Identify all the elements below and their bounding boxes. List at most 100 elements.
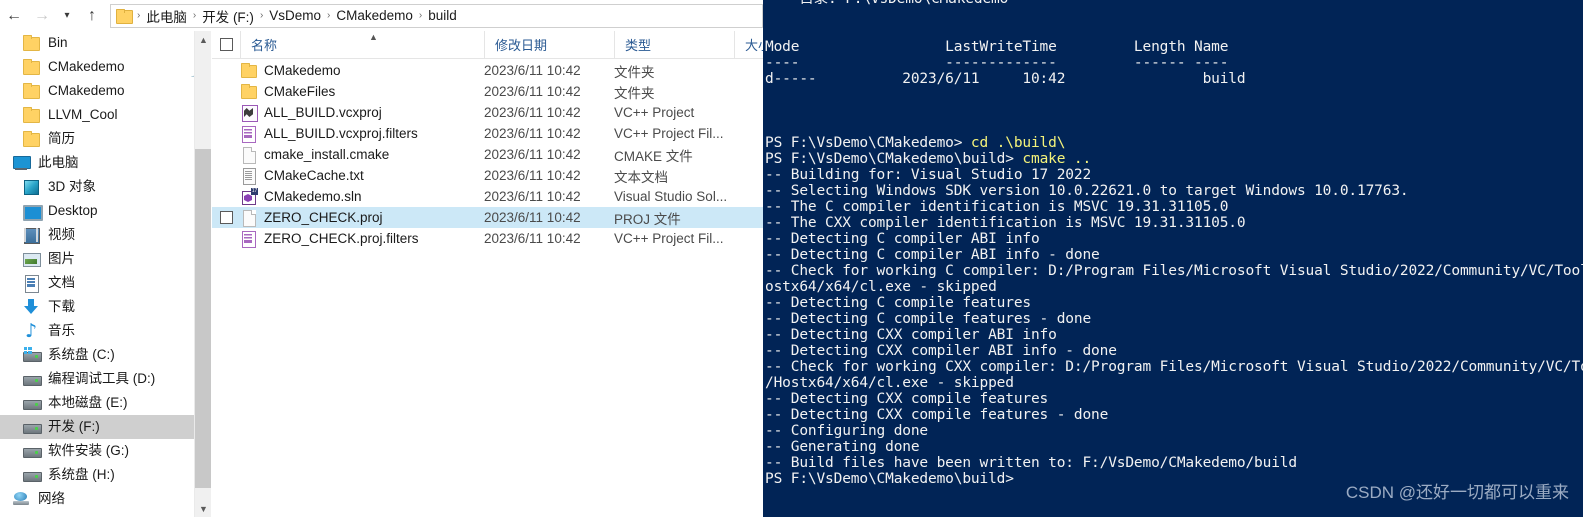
address-bar[interactable]: › 此电脑 › 开发 (F:) › VsDemo › CMakedemo › b… <box>110 3 763 28</box>
sidebar-item-3[interactable]: LLVM_Cool <box>0 103 211 127</box>
cell-name: ZERO_CHECK.proj <box>240 207 484 228</box>
cell-type: 文件夹 <box>614 85 655 101</box>
table-row[interactable]: cmake_install.cmake 2023/6/11 10:42 CMAKE … <box>212 144 763 165</box>
sidebar-item-10[interactable]: 文档 <box>0 271 211 295</box>
folder-icon <box>240 83 258 100</box>
row-checkbox[interactable] <box>212 186 240 207</box>
row-checkbox[interactable] <box>212 228 240 249</box>
sidebar-item-13[interactable]: 系统盘 (C:) <box>0 343 211 367</box>
table-row[interactable]: ALL_BUILD.vcxproj.filters 2023/6/11 10:42… <box>212 123 763 144</box>
table-row[interactable]: ZERO_CHECK.proj 2023/6/11 10:42 PROJ 文件 <box>212 207 763 228</box>
terminal-line: -- Detecting C compile features <box>765 295 1031 311</box>
table-row[interactable]: CMakeCache.txt 2023/6/11 10:42 文本文档 <box>212 165 763 186</box>
sidebar-item-1[interactable]: CMakedemo <box>0 55 211 79</box>
powershell-terminal[interactable]: 目录: F:\VsDemo\CMakedemo Mode LastWriteTi… <box>763 0 1583 517</box>
breadcrumb-item-0[interactable]: 此电脑 <box>143 6 190 26</box>
terminal-line: Mode LastWriteTime Length Name <box>765 39 1229 55</box>
sidebar-item-8[interactable]: 视频 <box>0 223 211 247</box>
column-header-date[interactable]: 修改日期 <box>484 31 614 59</box>
terminal-line: 目录: F:\VsDemo\CMakedemo <box>763 0 1583 7</box>
terminal-line: -- The CXX compiler identification is MS… <box>765 215 1246 231</box>
cell-size <box>734 165 763 186</box>
breadcrumb-item-3[interactable]: CMakedemo <box>333 8 416 23</box>
breadcrumb-item-4[interactable]: build <box>425 8 460 23</box>
sidebar-item-12[interactable]: 音乐 <box>0 319 211 343</box>
cell-date: 2023/6/11 10:42 <box>484 63 581 78</box>
table-row[interactable]: ALL_BUILD.vcxproj 2023/6/11 10:42 VC++ Pro… <box>212 102 763 123</box>
sidebar-item-0[interactable]: Bin <box>0 31 211 55</box>
sidebar-item-19[interactable]: 网络 <box>0 487 211 511</box>
sidebar-item-label: 系统盘 (H:) <box>48 467 115 482</box>
sidebar-item-9[interactable]: 图片 <box>0 247 211 271</box>
file-name-label: CMakeCache.txt <box>264 168 364 183</box>
folder-icon <box>22 34 42 52</box>
breadcrumb-item-2[interactable]: VsDemo <box>266 8 324 23</box>
sidebar-item-15[interactable]: 本地磁盘 (E:) <box>0 391 211 415</box>
cell-type: VC++ Project Fil... <box>614 126 724 141</box>
sidebar-item-2[interactable]: CMakedemo <box>0 79 211 103</box>
cell-size <box>734 186 763 207</box>
file-explorer-window: ← → ▾ ↑ › 此电脑 › 开发 (F:) › VsDemo › CMake… <box>0 0 763 517</box>
column-header-type-label: 类型 <box>625 38 652 53</box>
column-header-type[interactable]: 类型 <box>614 31 734 59</box>
table-row[interactable]: 17 CMakedemo.sln 2023/6/11 10:42 Visual Stu… <box>212 186 763 207</box>
sidebar-item-7[interactable]: Desktop <box>0 199 211 223</box>
folder-icon <box>22 82 42 100</box>
cell-date: 2023/6/11 10:42 <box>484 210 581 225</box>
sidebar-item-11[interactable]: 下载 <box>0 295 211 319</box>
terminal-prompt: PS F:\VsDemo\CMakedemo\build> <box>765 151 1023 167</box>
cell-type: Visual Studio Sol... <box>614 189 728 204</box>
forward-arrow-icon[interactable]: → <box>28 2 56 30</box>
up-arrow-icon[interactable]: ↑ <box>78 2 106 30</box>
file-name-label: ZERO_CHECK.proj.filters <box>264 231 419 246</box>
cell-name: CMakedemo <box>240 60 484 81</box>
table-row[interactable]: CMakedemo 2023/6/11 10:42 文件夹 <box>212 60 763 81</box>
sidebar-item-5[interactable]: 此电脑 <box>0 151 211 175</box>
terminal-line: -- Detecting CXX compile features - done <box>765 407 1109 423</box>
sidebar-item-label: 网络 <box>38 491 65 506</box>
sidebar-item-18[interactable]: 系统盘 (H:) <box>0 463 211 487</box>
terminal-line: PS F:\VsDemo\CMakedemo> cd .\build\ <box>763 135 1583 151</box>
navigation-pane-scrollbar[interactable]: ▲ ▼ <box>194 31 211 517</box>
chevron-down-icon[interactable]: ▾ <box>56 2 78 30</box>
breadcrumb-item-1[interactable]: 开发 (F:) <box>199 6 257 26</box>
cell-size <box>734 207 763 228</box>
project-filters-icon <box>240 230 258 248</box>
checkbox-icon[interactable] <box>219 38 233 51</box>
column-header-size[interactable]: 大小 <box>734 31 763 59</box>
3d-objects-icon <box>22 178 42 196</box>
sidebar-item-14[interactable]: 编程调试工具 (D:) <box>0 367 211 391</box>
scroll-down-icon[interactable]: ▼ <box>195 500 211 517</box>
row-checkbox[interactable] <box>212 207 240 228</box>
row-checkbox[interactable] <box>212 144 240 165</box>
sidebar-item-17[interactable]: 软件安装 (G:) <box>0 439 211 463</box>
breadcrumb-separator: › <box>137 10 141 21</box>
checkbox-icon[interactable] <box>219 211 233 224</box>
row-checkbox[interactable] <box>212 165 240 186</box>
scroll-up-icon[interactable]: ▲ <box>195 31 211 48</box>
sidebar-item-label: 视频 <box>48 227 75 242</box>
row-checkbox[interactable] <box>212 60 240 81</box>
terminal-line: -- Detecting CXX compiler ABI info <box>765 327 1057 343</box>
column-header-name[interactable]: 名称 ▲ <box>240 31 484 59</box>
navigation-bar: ← → ▾ ↑ › 此电脑 › 开发 (F:) › VsDemo › CMake… <box>0 0 763 31</box>
row-checkbox[interactable] <box>212 102 240 123</box>
cell-name: CMakeFiles <box>240 81 484 102</box>
scrollbar-thumb[interactable] <box>195 149 211 488</box>
cell-name: 17 CMakedemo.sln <box>240 186 484 207</box>
terminal-line: -- Detecting C compiler ABI info - done <box>765 247 1100 263</box>
sidebar-item-4[interactable]: 简历 <box>0 127 211 151</box>
file-list[interactable]: CMakedemo 2023/6/11 10:42 文件夹 CMakeFiles 202… <box>212 60 763 517</box>
project-filters-icon <box>240 125 258 143</box>
sidebar-item-label: 本地磁盘 (E:) <box>48 395 128 410</box>
table-row[interactable]: ZERO_CHECK.proj.filters 2023/6/11 10:42 VC… <box>212 228 763 249</box>
back-arrow-icon[interactable]: ← <box>0 2 28 30</box>
terminal-line: d----- 2023/6/11 10:42 build <box>765 71 1246 87</box>
row-checkbox[interactable] <box>212 81 240 102</box>
sidebar-item-6[interactable]: 3D 对象 <box>0 175 211 199</box>
cell-size <box>734 60 763 81</box>
sidebar-item-16[interactable]: 开发 (F:) <box>0 415 211 439</box>
table-row[interactable]: CMakeFiles 2023/6/11 10:42 文件夹 <box>212 81 763 102</box>
row-checkbox[interactable] <box>212 123 240 144</box>
select-all-checkbox[interactable] <box>212 31 240 59</box>
